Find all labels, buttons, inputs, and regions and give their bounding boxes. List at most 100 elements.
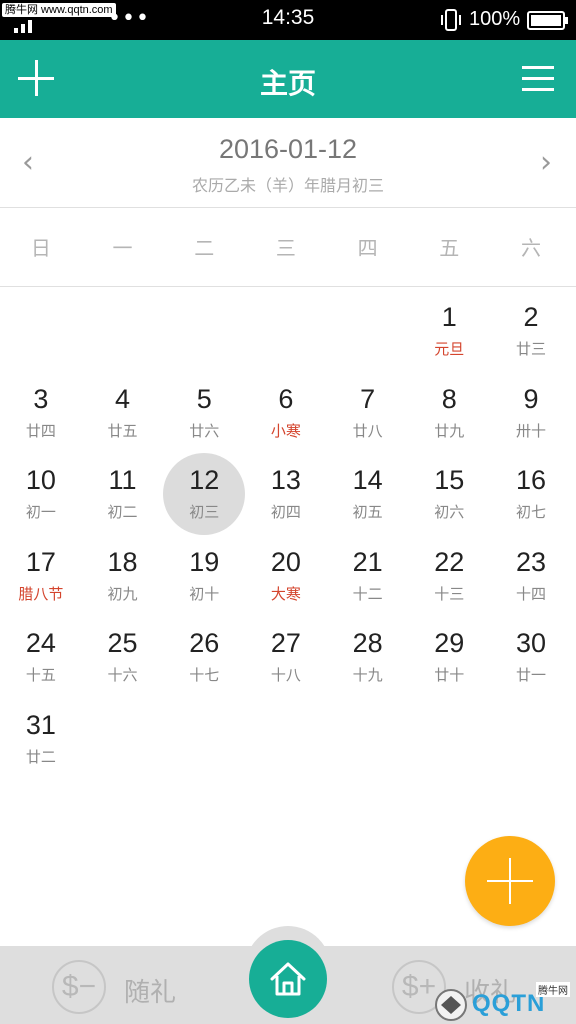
calendar-day[interactable]: 3 廿四: [0, 370, 82, 452]
lunar-day-label: 十三: [434, 584, 465, 603]
day-number: 30: [515, 628, 546, 658]
give-gift-tab[interactable]: $− 随礼: [52, 946, 202, 1024]
lunar-day-label: 初九: [107, 584, 138, 603]
calendar-empty-cell: [82, 288, 164, 370]
calendar-day[interactable]: 13 初四: [245, 451, 327, 533]
calendar-empty-cell: [408, 696, 490, 778]
day-number: 22: [434, 546, 465, 577]
money-out-icon: $−: [52, 960, 106, 1014]
home-button[interactable]: [249, 940, 327, 1018]
day-number: 29: [434, 628, 465, 658]
calendar-empty-cell: [82, 696, 164, 778]
calendar-day[interactable]: 17 腊八节: [0, 533, 82, 615]
day-number: 19: [189, 546, 220, 577]
day-number: 26: [189, 628, 220, 658]
lunar-day-label: 卅十: [515, 421, 546, 440]
calendar-empty-cell: [163, 696, 245, 778]
calendar-day[interactable]: 25 十六: [82, 614, 164, 696]
date-navigator: ‹ 2016-01-12 农历乙未（羊）年腊月初三 ›: [0, 118, 576, 208]
day-number: 15: [434, 465, 465, 495]
lunar-day-label: 十四: [515, 584, 546, 603]
next-month-button[interactable]: ›: [534, 148, 558, 178]
calendar-grid: 1 元旦 2 廿三 3 廿四 4 廿五 5 廿六 6 小寒 7 廿八 8 廿九 9 卅十 10 初一 11 初二 12 初三 1…: [0, 288, 576, 777]
calendar-day[interactable]: 7 廿八: [327, 370, 409, 452]
calendar-day[interactable]: 10 初一: [0, 451, 82, 533]
calendar-day[interactable]: 11 初二: [82, 451, 164, 533]
day-number: 7: [360, 383, 376, 414]
calendar-day[interactable]: 5 廿六: [163, 370, 245, 452]
calendar-day[interactable]: 21 十二: [327, 533, 409, 615]
lunar-day-label: 初七: [515, 503, 546, 521]
day-number: 10: [25, 465, 56, 495]
day-number: 14: [352, 465, 383, 495]
calendar-day[interactable]: 18 初九: [82, 533, 164, 615]
vibrate-icon: [441, 9, 461, 31]
battery-percent: 100%: [469, 8, 521, 30]
lunar-day-label: 廿四: [25, 421, 56, 440]
lunar-day-label: 廿三: [515, 340, 546, 358]
add-record-fab[interactable]: [465, 836, 555, 926]
day-number: 16: [515, 465, 546, 495]
day-number: 18: [107, 546, 138, 577]
lunar-day-label: 初一: [25, 503, 56, 521]
calendar-day[interactable]: 16 初七: [490, 451, 572, 533]
calendar-day[interactable]: 27 十八: [245, 614, 327, 696]
calendar-day[interactable]: 2 廿三: [490, 288, 572, 370]
day-number: 24: [25, 628, 56, 658]
day-number: 6: [278, 383, 294, 414]
lunar-day-label: 初三: [189, 503, 220, 521]
calendar-week-row: 24 十五 25 十六 26 十七 27 十八 28 十九 29 廿十 30 廿一: [0, 614, 576, 696]
calendar-empty-cell: [0, 288, 82, 370]
lunar-day-label: 廿六: [189, 421, 220, 440]
calendar-day[interactable]: 8 廿九: [408, 370, 490, 452]
day-number: 21: [352, 546, 383, 577]
weekday-header: 日 一 二 三 四 五 六: [0, 209, 576, 287]
calendar-week-row: 10 初一 11 初二 12 初三 13 初四 14 初五 15 初六 16 初七: [0, 451, 576, 535]
calendar-empty-cell: [490, 696, 572, 778]
logo-text: QQTN: [472, 990, 546, 1017]
lunar-day-label: 十二: [352, 584, 383, 603]
lunar-day-label: 十六: [107, 666, 138, 684]
calendar-day[interactable]: 22 十三: [408, 533, 490, 615]
lunar-day-label: 初十: [189, 584, 220, 603]
weekday-label: 二: [194, 236, 215, 260]
calendar-week-row: 17 腊八节 18 初九 19 初十 20 大寒 21 十二 22 十三 23 十四: [0, 533, 576, 615]
lunar-day-label: 初二: [107, 503, 138, 521]
calendar-day[interactable]: 23 十四: [490, 533, 572, 615]
weekday-label: 四: [357, 236, 378, 260]
lunar-day-label: 十九: [352, 666, 383, 684]
day-number: 11: [108, 465, 137, 495]
app-header: 主页: [0, 40, 576, 118]
lunar-date: 农历乙未（羊）年腊月初三: [191, 176, 384, 195]
calendar-day[interactable]: 31 廿二: [0, 696, 82, 778]
calendar-day-selected[interactable]: 12 初三: [163, 451, 246, 535]
calendar-week-row: 3 廿四 4 廿五 5 廿六 6 小寒 7 廿八 8 廿九 9 卅十: [0, 370, 576, 452]
qqtn-watermark-logo: QQTN 腾牛网: [432, 982, 576, 1024]
calendar-day[interactable]: 9 卅十: [490, 370, 572, 452]
lunar-day-label: 十五: [25, 666, 56, 684]
calendar-day[interactable]: 26 十七: [163, 614, 245, 696]
home-icon: [270, 962, 306, 996]
calendar-day[interactable]: 1 元旦: [408, 288, 490, 370]
calendar-day[interactable]: 29 廿十: [408, 614, 490, 696]
day-number: 12: [189, 465, 220, 495]
calendar-day[interactable]: 28 十九: [327, 614, 409, 696]
calendar-day[interactable]: 24 十五: [0, 614, 82, 696]
day-number: 2: [523, 302, 539, 332]
weekday-label: 日: [30, 236, 51, 260]
festival-label: 小寒: [270, 421, 301, 440]
calendar-day[interactable]: 20 大寒: [245, 533, 327, 615]
calendar-day[interactable]: 15 初六: [408, 451, 490, 533]
current-date: 2016-01-12: [218, 134, 358, 164]
logo-small-text: 腾牛网: [536, 982, 570, 997]
day-number: 27: [270, 628, 301, 658]
hamburger-menu-icon[interactable]: [522, 66, 554, 92]
festival-label: 腊八节: [18, 584, 64, 603]
calendar-day[interactable]: 6 小寒: [245, 370, 327, 452]
lunar-day-label: 廿九: [434, 421, 465, 440]
calendar-day[interactable]: 4 廿五: [82, 370, 164, 452]
day-number: 13: [270, 465, 301, 495]
calendar-day[interactable]: 19 初十: [163, 533, 245, 615]
calendar-day[interactable]: 30 廿一: [490, 614, 572, 696]
calendar-day[interactable]: 14 初五: [327, 451, 409, 533]
